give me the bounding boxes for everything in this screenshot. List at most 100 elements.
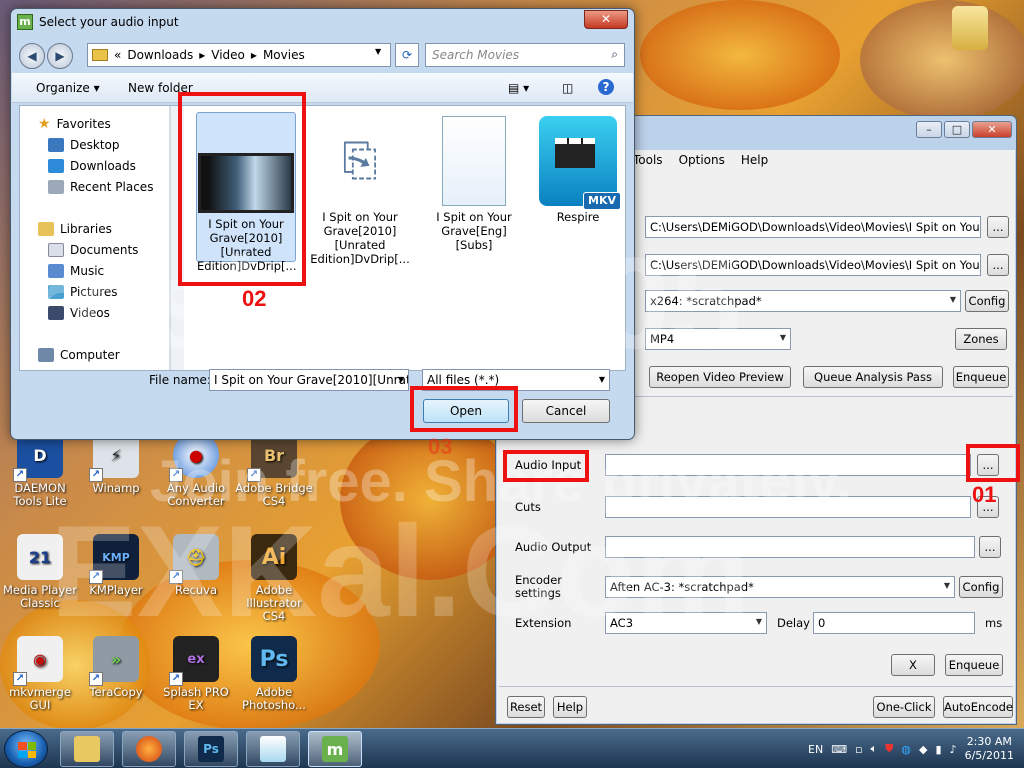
clock[interactable]: 2:30 AM 6/5/2011 xyxy=(965,735,1014,763)
desktop-icon-kmplayer[interactable]: KMP ↗ KMPlayer xyxy=(76,534,156,597)
search-input[interactable]: Search Movies ⌕ xyxy=(425,43,625,67)
desktop-icon xyxy=(48,138,64,152)
language-indicator[interactable]: EN xyxy=(808,743,823,756)
nav-label: Computer xyxy=(60,348,120,362)
delay-field[interactable]: 0 xyxy=(813,612,975,634)
nav-pictures[interactable]: Pictures xyxy=(48,285,118,299)
zones-button[interactable]: Zones xyxy=(955,328,1007,350)
audio-output-field[interactable] xyxy=(605,536,975,558)
breadcrumb-video[interactable]: Video xyxy=(211,48,245,62)
file-tile-subs[interactable]: I Spit on Your Grave[Eng][Subs] xyxy=(424,116,524,252)
breadcrumb-downloads[interactable]: Downloads xyxy=(127,48,193,62)
video-output-browse-button[interactable]: ... xyxy=(987,254,1009,276)
speaker-icon[interactable]: ♪ xyxy=(950,743,957,756)
auto-encode-button[interactable]: AutoEncode xyxy=(943,696,1013,718)
taskbar-explorer[interactable] xyxy=(60,731,114,767)
nav-desktop[interactable]: Desktop xyxy=(48,138,120,152)
video-enqueue-button[interactable]: Enqueue xyxy=(953,366,1009,388)
nav-recent[interactable]: Recent Places xyxy=(48,180,153,194)
power-icon[interactable]: ▮ xyxy=(936,743,942,756)
desktop-folder-icon[interactable] xyxy=(940,6,1000,54)
desktop-icon-daemon-tools[interactable]: D ↗ DAEMON Tools Lite xyxy=(0,432,80,508)
close-button[interactable]: ✕ xyxy=(972,121,1012,138)
nav-downloads[interactable]: Downloads xyxy=(48,159,136,173)
desktop-icon-label: DAEMON Tools Lite xyxy=(13,481,67,508)
one-click-button[interactable]: One-Click xyxy=(873,696,935,718)
maximize-button[interactable]: □ xyxy=(944,121,970,138)
desktop-icon-label: Adobe Illustrator CS4 xyxy=(246,583,302,623)
help-icon[interactable]: ? xyxy=(598,79,614,95)
desktop-icon-photoshop[interactable]: Ps Adobe Photosho... xyxy=(234,636,314,712)
desktop-icon-label: Splash PRO EX xyxy=(163,685,229,712)
shield-icon[interactable]: ⛊ xyxy=(885,742,893,756)
file-tile-video-2[interactable]: ⎘ I Spit on Your Grave[2010][Unrated Edi… xyxy=(310,116,410,267)
audio-input-field[interactable] xyxy=(605,454,971,476)
container-select[interactable]: MP4 xyxy=(645,328,791,350)
minimize-button[interactable]: – xyxy=(916,121,942,138)
breadcrumb-overflow[interactable]: « xyxy=(114,48,121,62)
breadcrumb-separator-icon: ▸ xyxy=(250,48,257,62)
network-icon[interactable]: ◆ xyxy=(919,743,927,756)
organize-button[interactable]: Organize ▾ xyxy=(36,81,100,95)
forward-button[interactable]: ▶ xyxy=(47,43,73,69)
file-name-input[interactable]: I Spit on Your Grave[2010][Unratec xyxy=(209,369,409,391)
desktop-icon-teracopy[interactable]: » ↗ TeraCopy xyxy=(76,636,156,699)
desktop-icon-splash[interactable]: ex ↗ Splash PRO EX xyxy=(156,636,236,712)
audio-output-browse-button[interactable]: ... xyxy=(979,536,1001,558)
video-encoder-select[interactable]: x264: *scratchpad* xyxy=(645,290,961,312)
audio-enqueue-button[interactable]: Enqueue xyxy=(945,654,1003,676)
volume-icon[interactable]: 🔈︎ xyxy=(871,742,878,756)
window-controls: – □ ✕ xyxy=(916,121,1012,138)
desktop-icon-winamp[interactable]: ⚡ ↗ Winamp xyxy=(76,432,156,495)
desktop-icon-recuva[interactable]: ⛑ ↗ Recuva xyxy=(156,534,236,597)
desktop-icon-mpc[interactable]: 21 Media Player Classic xyxy=(0,534,80,610)
address-bar[interactable]: « Downloads ▸ Video ▸ Movies xyxy=(87,43,391,67)
cuts-field[interactable] xyxy=(605,496,971,518)
desktop-icon-adobe-bridge[interactable]: Br ↗ Adobe Bridge CS4 xyxy=(234,432,314,508)
cancel-button[interactable]: Cancel xyxy=(522,399,610,423)
audio-clear-button[interactable]: X xyxy=(891,654,935,676)
menu-help[interactable]: Help xyxy=(741,153,768,167)
update-icon[interactable]: ◍ xyxy=(901,743,911,756)
back-button[interactable]: ◀ xyxy=(19,43,45,69)
annotation-box-audio-input xyxy=(503,450,589,482)
help-button[interactable]: Help xyxy=(553,696,587,718)
keyboard-icon[interactable]: ⌨ xyxy=(831,743,847,756)
taskbar-megui[interactable]: m xyxy=(308,731,362,767)
video-config-button[interactable]: Config xyxy=(965,290,1009,312)
nav-documents[interactable]: Documents xyxy=(48,243,138,257)
breadcrumb-movies[interactable]: Movies xyxy=(263,48,305,62)
dialog-close-button[interactable]: ✕ xyxy=(584,10,628,29)
audio-config-button[interactable]: Config xyxy=(959,576,1003,598)
menu-options[interactable]: Options xyxy=(679,153,725,167)
desktop-icon-illustrator[interactable]: Ai Adobe Illustrator CS4 xyxy=(234,534,314,623)
view-options-icon[interactable]: ▤ ▾ xyxy=(508,81,529,95)
reopen-preview-button[interactable]: Reopen Video Preview xyxy=(649,366,791,388)
audio-encoder-select[interactable]: Aften AC-3: *scratchpad* xyxy=(605,576,955,598)
nav-favorites[interactable]: ★ Favorites xyxy=(38,116,111,132)
tray-icon[interactable]: ▫ xyxy=(855,743,862,756)
preview-pane-icon[interactable]: ◫ xyxy=(562,81,573,95)
desktop-icon-any-audio[interactable]: ● ↗ Any Audio Converter xyxy=(156,432,236,508)
address-dropdown-icon[interactable]: ▼ xyxy=(375,47,381,56)
refresh-icon[interactable]: ⟳ xyxy=(395,43,419,67)
taskbar-photoshop[interactable]: Ps xyxy=(184,731,238,767)
nav-music[interactable]: Music xyxy=(48,264,104,278)
nav-label: Music xyxy=(70,264,105,278)
video-input-field[interactable]: C:\Users\DEMiGOD\Downloads\Video\Movies\… xyxy=(645,216,981,238)
file-tile-respire[interactable]: MKV Respire xyxy=(528,116,628,224)
nav-videos[interactable]: Videos xyxy=(48,306,110,320)
nav-computer[interactable]: Computer xyxy=(38,348,120,362)
nav-libraries[interactable]: Libraries xyxy=(38,222,112,236)
taskbar-firefox[interactable] xyxy=(122,731,176,767)
video-input-browse-button[interactable]: ... xyxy=(987,216,1009,238)
start-button[interactable] xyxy=(4,730,48,768)
videos-icon xyxy=(48,306,64,320)
reset-button[interactable]: Reset xyxy=(507,696,545,718)
video-output-field[interactable]: C:\Users\DEMiGOD\Downloads\Video\Movies\… xyxy=(645,254,981,276)
queue-analysis-button[interactable]: Queue Analysis Pass xyxy=(803,366,943,388)
taskbar-notepad[interactable] xyxy=(246,731,300,767)
menu-tools[interactable]: Tools xyxy=(633,153,663,167)
extension-select[interactable]: AC3 xyxy=(605,612,767,634)
desktop-icon-mkvmerge[interactable]: ◉ ↗ mkvmerge GUI xyxy=(0,636,80,712)
